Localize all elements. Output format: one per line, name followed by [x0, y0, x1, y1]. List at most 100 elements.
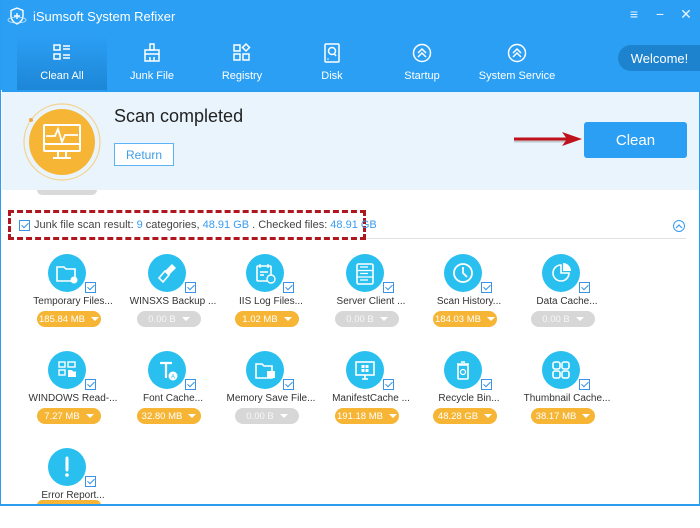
category-size-dropdown[interactable]: 0.00 B [531, 311, 595, 327]
tab-startup[interactable]: Startup [377, 36, 467, 90]
windows-folder-icon [48, 351, 86, 389]
caret-down-icon [279, 414, 288, 418]
categories-word: categories, [145, 219, 200, 231]
category-size-dropdown[interactable]: 0.00 B [335, 311, 399, 327]
category-item: Memory Save File... 0.00 B [221, 351, 321, 431]
red-arrow-annotation [514, 132, 582, 146]
total-size: 48.91 GB [202, 219, 250, 231]
caret-down-icon [486, 317, 495, 321]
category-size-dropdown[interactable]: 191.18 MB [335, 408, 399, 424]
clock-icon [444, 254, 482, 292]
caret-down-icon [181, 317, 190, 321]
memory-folder-icon [246, 351, 284, 389]
disk-icon [324, 43, 340, 63]
tab-label: Clean All [40, 70, 84, 82]
category-item: WINDOWS Read-... 7.27 MB [23, 351, 123, 431]
tab-disk[interactable]: Disk [287, 36, 377, 90]
tab-label: Junk File [129, 70, 175, 82]
category-size-dropdown[interactable]: 184.03 MB [433, 311, 497, 327]
tab-label: System Service [478, 70, 556, 82]
category-checkbox[interactable] [579, 282, 590, 293]
exclamation-icon [48, 448, 86, 486]
category-size-dropdown[interactable]: 7.27 MB [37, 408, 101, 424]
category-checkbox[interactable] [383, 379, 394, 390]
recycle-bin-icon [444, 351, 482, 389]
tab-label: Startup [404, 70, 440, 82]
category-checkbox[interactable] [481, 379, 492, 390]
calendar-clock-icon [246, 254, 284, 292]
brush-icon [148, 254, 186, 292]
caret-down-icon [484, 414, 493, 418]
category-item: Temporary Files... 185.84 MB [23, 254, 123, 334]
category-checkbox[interactable] [85, 379, 96, 390]
scan-banner: Scan completed Return Clean [2, 90, 699, 190]
tab-label: Disk [321, 70, 343, 82]
tab-system-service[interactable]: System Service [467, 36, 567, 90]
caret-down-icon [575, 317, 584, 321]
category-item: Data Cache... 0.00 B [517, 254, 617, 334]
category-size-dropdown[interactable]: 0.00 B [235, 408, 299, 424]
category-size-dropdown[interactable]: 38.17 MB [531, 408, 595, 424]
category-size-dropdown[interactable]: 185.84 MB [37, 311, 101, 327]
category-checkbox[interactable] [85, 282, 96, 293]
list-grid-icon [53, 44, 70, 60]
tab-registry[interactable]: Registry [197, 36, 287, 90]
category-item: Error Report... [23, 448, 123, 528]
category-item: Server Client ... 0.00 B [321, 254, 421, 334]
category-label: Scan History... [436, 296, 502, 307]
category-checkbox[interactable] [383, 282, 394, 293]
select-all-checkbox[interactable] [19, 219, 30, 231]
category-size-dropdown[interactable]: 32.80 MB [137, 408, 201, 424]
category-label: Recycle Bin... [438, 393, 500, 404]
scan-summary: Junk file scan result: 9 categories, 48.… [8, 210, 377, 240]
window-controls: ≡ − ✕ [627, 6, 693, 23]
category-label: Memory Save File... [226, 393, 316, 404]
category-size-value: 1.02 MB [242, 313, 278, 325]
categories-count: 9 [136, 219, 143, 231]
menu-icon[interactable]: ≡ [627, 6, 641, 22]
app-title: iSumsoft System Refixer [33, 8, 176, 24]
main-nav: Clean All Junk File Registry Disk Startu… [17, 36, 567, 90]
monitor-pulse-icon [23, 103, 101, 181]
category-label: IIS Log Files... [239, 296, 303, 307]
category-checkbox[interactable] [85, 476, 96, 487]
close-icon[interactable]: ✕ [679, 6, 693, 22]
clean-button[interactable]: Clean [584, 122, 687, 158]
category-size-value: 48.28 GB [437, 410, 479, 422]
caret-down-icon [188, 414, 197, 418]
app-window: iSumsoft System Refixer ≡ − ✕ Clean All [0, 0, 700, 506]
category-checkbox[interactable] [185, 282, 196, 293]
pie-chart-icon [542, 254, 580, 292]
category-size-value: 7.27 MB [44, 410, 80, 422]
collapse-chevron-up-icon[interactable] [673, 220, 685, 232]
category-checkbox[interactable] [283, 282, 294, 293]
category-size-dropdown[interactable]: 48.28 GB [433, 408, 497, 424]
title-bar: iSumsoft System Refixer [7, 6, 175, 26]
category-size-value: 191.18 MB [337, 410, 383, 422]
category-item: WINSXS Backup ... 0.00 B [123, 254, 223, 334]
monitor-windows-icon [346, 351, 384, 389]
header: iSumsoft System Refixer ≡ − ✕ Clean All [1, 0, 700, 90]
font-icon: A [148, 351, 186, 389]
return-button[interactable]: Return [114, 143, 174, 166]
category-checkbox[interactable] [579, 379, 590, 390]
category-size-value: 185.84 MB [39, 313, 85, 325]
svg-text:A: A [171, 375, 175, 381]
category-label: Data Cache... [536, 296, 598, 307]
category-checkbox[interactable] [481, 282, 492, 293]
minimize-icon[interactable]: − [653, 6, 667, 22]
category-checkbox[interactable] [283, 379, 294, 390]
category-checkbox[interactable] [185, 379, 196, 390]
category-size-dropdown[interactable]: 1.02 MB [235, 311, 299, 327]
category-item: ManifestCache ... 191.18 MB [321, 351, 421, 431]
category-item: Recycle Bin... 48.28 GB [419, 351, 519, 431]
welcome-button[interactable]: Welcome! [618, 45, 700, 71]
tab-junk-file[interactable]: Junk File [107, 36, 197, 90]
tab-clean-all[interactable]: Clean All [17, 36, 107, 90]
section-divider [366, 238, 686, 239]
category-label: WINDOWS Read-... [28, 393, 118, 404]
category-size-value: 38.17 MB [535, 410, 577, 422]
scan-status-title: Scan completed [114, 106, 244, 126]
category-size-dropdown[interactable]: 0.00 B [137, 311, 201, 327]
category-item: Scan History... 184.03 MB [419, 254, 519, 334]
